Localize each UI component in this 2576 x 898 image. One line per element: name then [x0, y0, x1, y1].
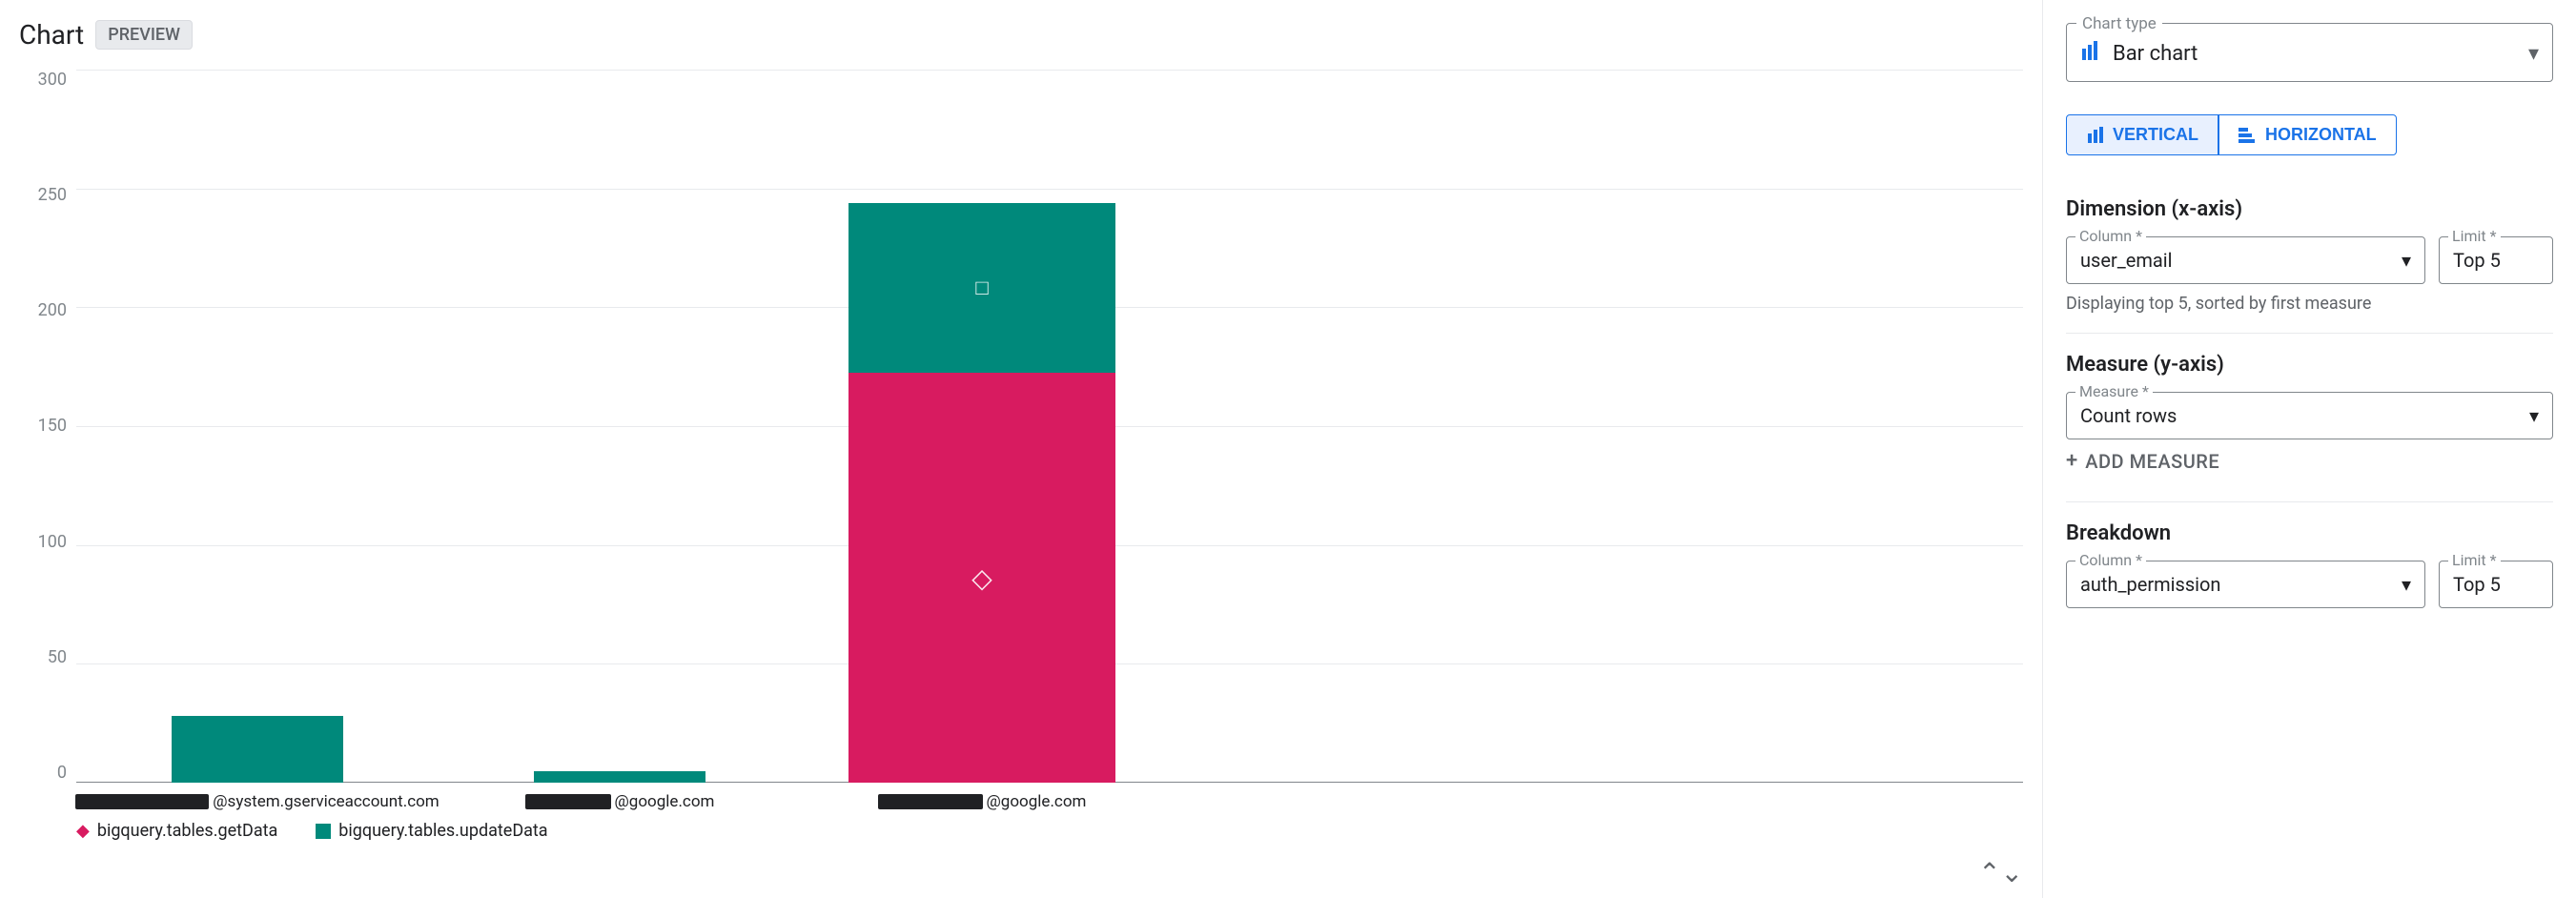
collapse-arrows[interactable]: ⌃⌄	[1978, 857, 2023, 888]
orientation-buttons: VERTICAL HORIZONTAL	[2066, 114, 2553, 155]
dimension-column-label: Column *	[2075, 227, 2146, 245]
y-axis-label-200: 200	[38, 300, 67, 320]
legend-label-1: bigquery.tables.getData	[97, 821, 277, 841]
x-label-redacted-3	[878, 794, 983, 809]
bar-group-2	[477, 771, 763, 783]
vertical-label: VERTICAL	[2113, 125, 2198, 145]
dimension-title: Dimension (x-axis)	[2066, 197, 2553, 221]
bar-group-1	[114, 716, 400, 783]
chart-container: 300 250 200 150 100 50 0	[19, 70, 2023, 811]
chart-title: Chart	[19, 19, 84, 51]
chart-type-section: Chart type Bar chart ▾	[2066, 23, 2553, 82]
chart-area: Chart PREVIEW 300 250 200 150 100 50 0	[0, 0, 2042, 898]
x-axis-labels: @system.gserviceaccount.com @google.com …	[76, 783, 2023, 811]
y-axis-label-0: 0	[57, 763, 67, 783]
chart-type-label: Chart type	[2076, 14, 2162, 33]
legend-square-icon	[316, 824, 331, 839]
dimension-section: Dimension (x-axis) Column * user_email ▾…	[2066, 178, 2553, 334]
legend-label-2: bigquery.tables.updateData	[338, 821, 547, 841]
y-axis-label-250: 250	[38, 185, 67, 205]
dimension-info-text: Displaying top 5, sorted by first measur…	[2066, 294, 2553, 314]
y-axis-label-50: 50	[48, 647, 67, 667]
bar-group-3: ◇ □	[839, 203, 1125, 783]
bar-segment-teal-3: □	[848, 203, 1115, 373]
breakdown-column-value: auth_permission	[2080, 573, 2220, 596]
chart-legend: ◆ bigquery.tables.getData bigquery.table…	[19, 821, 2023, 841]
vertical-orientation-button[interactable]: VERTICAL	[2066, 114, 2218, 155]
breakdown-limit-value: Top 5	[2453, 573, 2501, 596]
chart-plot: ◇ □ @system.gserviceaccount.com	[76, 70, 2023, 811]
dimension-column-field: Column * user_email ▾	[2066, 236, 2425, 284]
breakdown-title: Breakdown	[2066, 521, 2553, 545]
horizontal-icon	[2239, 126, 2258, 145]
bar-stack-2	[534, 771, 705, 783]
dimension-limit-label: Limit *	[2448, 227, 2501, 245]
measure-section: Measure (y-axis) Measure * Count rows ▾ …	[2066, 334, 2553, 502]
measure-label: Measure *	[2075, 382, 2153, 400]
breakdown-column-field: Column * auth_permission ▾	[2066, 561, 2425, 608]
bar-segment-teal-2	[534, 771, 705, 783]
plus-icon: +	[2066, 449, 2077, 473]
dimension-column-value: user_email	[2080, 249, 2173, 272]
breakdown-column-label: Column *	[2075, 551, 2146, 569]
add-measure-button[interactable]: + ADD MEASURE	[2066, 439, 2553, 482]
chart-type-text: Bar chart	[2113, 42, 2198, 66]
x-label-suffix-1: @system.gserviceaccount.com	[213, 792, 439, 811]
chart-type-value: Bar chart	[2080, 39, 2198, 68]
horizontal-label: HORIZONTAL	[2265, 125, 2377, 145]
dimension-form-row: Column * user_email ▾ Limit * Top 5	[2066, 236, 2553, 284]
bar-chart-icon	[2080, 39, 2103, 68]
dimension-column-chevron: ▾	[2402, 249, 2411, 272]
measure-title: Measure (y-axis)	[2066, 353, 2553, 377]
legend-item-1: ◆ bigquery.tables.getData	[76, 821, 277, 841]
legend-diamond-icon: ◆	[76, 821, 90, 841]
breakdown-section: Breakdown Column * auth_permission ▾ Lim…	[2066, 502, 2553, 627]
measure-form-row: Measure * Count rows ▾	[2066, 392, 2553, 439]
dimension-limit-field: Limit * Top 5	[2439, 236, 2553, 284]
x-label-3: @google.com	[839, 792, 1125, 811]
square-icon: □	[975, 276, 988, 300]
breakdown-column-chevron: ▾	[2402, 573, 2411, 596]
bar-stack-3: ◇ □	[848, 203, 1115, 783]
bar-segment-teal-1	[172, 716, 343, 783]
y-axis-label-300: 300	[38, 70, 67, 90]
y-axis-label-150: 150	[38, 416, 67, 436]
preview-badge: PREVIEW	[95, 20, 193, 50]
legend-item-2: bigquery.tables.updateData	[316, 821, 547, 841]
measure-field: Measure * Count rows ▾	[2066, 392, 2553, 439]
x-label-suffix-3: @google.com	[987, 792, 1087, 811]
measure-chevron: ▾	[2529, 404, 2539, 427]
bar-stack-1	[172, 716, 343, 783]
breakdown-limit-label: Limit *	[2448, 551, 2501, 569]
chart-header: Chart PREVIEW	[19, 19, 2023, 51]
bar-segment-pink: ◇	[848, 373, 1115, 783]
breakdown-form-row: Column * auth_permission ▾ Limit * Top 5	[2066, 561, 2553, 608]
vertical-icon	[2086, 126, 2105, 145]
x-label-redacted-1	[75, 794, 209, 809]
chart-type-select[interactable]: Bar chart ▾	[2080, 39, 2539, 68]
dimension-limit-value: Top 5	[2453, 249, 2501, 272]
x-label-suffix-2: @google.com	[615, 792, 715, 811]
right-panel: Chart type Bar chart ▾	[2042, 0, 2576, 898]
y-axis: 300 250 200 150 100 50 0	[19, 70, 76, 811]
x-label-redacted-2	[525, 794, 611, 809]
diamond-icon: ◇	[971, 562, 992, 594]
x-label-1: @system.gserviceaccount.com	[114, 792, 400, 811]
x-label-2: @google.com	[477, 792, 763, 811]
bars-area: ◇ □	[76, 70, 2023, 783]
horizontal-orientation-button[interactable]: HORIZONTAL	[2218, 114, 2397, 155]
chart-type-chevron: ▾	[2528, 42, 2539, 66]
breakdown-limit-field: Limit * Top 5	[2439, 561, 2553, 608]
measure-value: Count rows	[2080, 404, 2177, 427]
add-measure-label: ADD MEASURE	[2085, 450, 2219, 473]
y-axis-label-100: 100	[38, 532, 67, 552]
